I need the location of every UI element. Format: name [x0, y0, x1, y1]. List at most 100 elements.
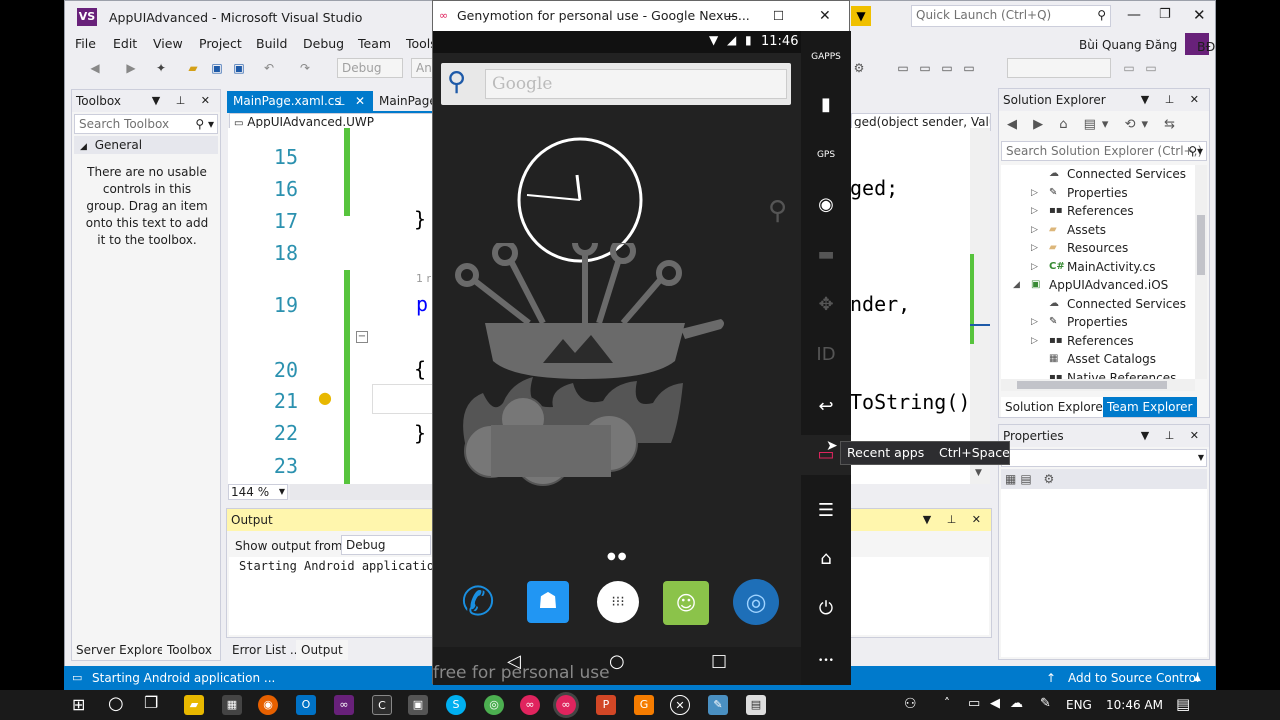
quick-launch-input[interactable]: Quick Launch (Ctrl+Q) ⚲: [911, 5, 1111, 27]
forward-nav-icon[interactable]: ▶: [123, 60, 139, 76]
menu-debug[interactable]: Debug: [303, 36, 344, 51]
android-screen[interactable]: ▼ ◢ ▮ 11:46 ⚲ Google ●● ✆ ☗ ⁝⁝⁝ ☺ ◎ ◁ ○ …: [433, 31, 801, 685]
doc-tab-mainpage[interactable]: MainPage.: [373, 91, 441, 111]
tab-close-icon[interactable]: ✕: [355, 91, 365, 111]
pin-icon[interactable]: ⊥: [335, 91, 345, 111]
outlook-icon[interactable]: O: [296, 695, 316, 715]
tray-chevron-icon[interactable]: ˄: [944, 696, 950, 710]
new-item-icon[interactable]: ✦: [153, 60, 169, 76]
browser-app-icon[interactable]: ◎: [733, 579, 779, 625]
capture-icon[interactable]: ▬: [801, 235, 851, 275]
tree-item[interactable]: ▷ ▪▪ References: [1001, 202, 1195, 221]
people-icon[interactable]: ⚇: [904, 696, 917, 712]
app-icon[interactable]: ▦: [222, 695, 242, 715]
skype-icon[interactable]: S: [446, 695, 466, 715]
collapse-box-icon[interactable]: −: [356, 331, 368, 343]
tab-server-explorer[interactable]: Server Explorer: [71, 640, 174, 660]
tree-v-scrollbar[interactable]: [1195, 165, 1207, 379]
file-explorer-icon[interactable]: ▰: [184, 695, 204, 715]
tree-item[interactable]: ▦ Asset Catalogs: [1001, 350, 1195, 369]
minimize-button[interactable]: —: [1127, 7, 1141, 23]
solution-config-select[interactable]: Debug: [337, 58, 403, 78]
app-icon[interactable]: G: [634, 695, 654, 715]
properties-object-select[interactable]: ▼: [1001, 449, 1207, 467]
app-icon[interactable]: ▣: [408, 695, 428, 715]
app-icon[interactable]: ✕: [670, 695, 690, 715]
restore-button[interactable]: ❐: [1159, 7, 1171, 22]
tab-toolbox[interactable]: Toolbox: [162, 640, 217, 660]
menu-view[interactable]: View: [153, 36, 183, 51]
code-editor-right[interactable]: ged; nder, ToString();: [850, 128, 982, 484]
camera-icon[interactable]: ◉: [801, 185, 851, 225]
network-icon[interactable]: ▭: [968, 696, 980, 711]
messaging-app-icon[interactable]: ☺: [663, 581, 709, 625]
task-view-icon[interactable]: ❐: [144, 693, 158, 712]
toolbar-extra-icon[interactable]: ▭: [1121, 60, 1137, 76]
solution-explorer-search-input[interactable]: Search Solution Explorer (Ctrl+;) ⚲▾: [1001, 141, 1207, 161]
visual-studio-icon[interactable]: ∞: [334, 695, 354, 715]
home-icon[interactable]: ⌂: [801, 539, 851, 579]
tab-solution-explorer[interactable]: Solution Explorer: [1001, 397, 1112, 417]
expand-arrow-icon[interactable]: ▷: [1031, 313, 1038, 331]
menu-project[interactable]: Project: [199, 36, 242, 51]
maximize-button[interactable]: ☐: [773, 1, 784, 31]
app-icon[interactable]: ✎: [708, 695, 728, 715]
lightbulb-icon[interactable]: ●: [318, 388, 332, 407]
filter-icon[interactable]: ▼: [851, 6, 871, 26]
contacts-app-icon[interactable]: ☗: [527, 581, 569, 623]
menu-team[interactable]: Team: [358, 36, 391, 51]
expand-arrow-icon[interactable]: ▷: [1031, 221, 1038, 239]
expand-arrow-icon[interactable]: ▷: [1031, 202, 1038, 220]
app-icon[interactable]: C: [372, 695, 392, 715]
app-icon[interactable]: ▤: [746, 695, 766, 715]
genymotion-player-task-icon[interactable]: ∞: [556, 695, 576, 715]
power-icon[interactable]: ⏻: [801, 589, 851, 629]
expand-arrow-icon[interactable]: ▷: [1031, 332, 1038, 350]
genymotion-task-icon[interactable]: ∞: [520, 695, 540, 715]
menu-build[interactable]: Build: [256, 36, 287, 51]
start-button[interactable]: ⊞: [72, 695, 85, 714]
tree-item[interactable]: ☁ Connected Services: [1001, 295, 1195, 314]
panel-buttons[interactable]: ▼ ⊥ ✕: [1141, 89, 1205, 111]
tree-item[interactable]: ☁ Connected Services: [1001, 165, 1195, 184]
save-all-icon[interactable]: ▣: [231, 60, 247, 76]
id-icon[interactable]: ID: [801, 335, 851, 375]
code-refs-hint[interactable]: 1 r: [416, 272, 431, 285]
device-select[interactable]: [1007, 58, 1111, 78]
doc-tab-mainpage-cs[interactable]: MainPage.xaml.cs ⊥ ✕: [227, 91, 373, 111]
device3-icon[interactable]: ▭: [939, 60, 955, 76]
expand-arrow-icon[interactable]: ▷: [1031, 184, 1038, 202]
minimize-button[interactable]: —: [725, 1, 738, 31]
powerpoint-icon[interactable]: P: [596, 695, 616, 715]
panel-buttons[interactable]: ▼ ⊥ ✕: [152, 90, 216, 112]
toolbox-group-general[interactable]: ◢ General: [74, 136, 218, 154]
avatar[interactable]: BĐ: [1185, 33, 1215, 55]
phone-app-icon[interactable]: ✆: [455, 579, 501, 625]
gapps-icon[interactable]: GAPPS: [801, 37, 851, 77]
google-search-input[interactable]: Google: [485, 69, 787, 99]
redo-icon[interactable]: ↷: [297, 60, 313, 76]
tree-item[interactable]: ▷ ✎ Properties: [1001, 184, 1195, 203]
notification-icon[interactable]: ▤: [1176, 695, 1190, 713]
device2-icon[interactable]: ▭: [917, 60, 933, 76]
user-name[interactable]: Bùi Quang Đăng: [1079, 38, 1177, 52]
close-button[interactable]: ✕: [1193, 6, 1206, 24]
device4-icon[interactable]: ▭: [961, 60, 977, 76]
source-control-button[interactable]: Add to Source Control: [1068, 666, 1199, 690]
more-icon[interactable]: •••: [801, 641, 851, 681]
device-icon[interactable]: ▭: [895, 60, 911, 76]
firefox-icon[interactable]: ◉: [258, 695, 278, 715]
scroll-thumb[interactable]: [1017, 381, 1167, 389]
menu-icon[interactable]: ☰: [801, 491, 851, 531]
back-nav-icon[interactable]: ◀: [87, 60, 103, 76]
tree-item[interactable]: ▪▪ Native References: [1001, 369, 1195, 380]
app-drawer-icon[interactable]: ⁝⁝⁝: [597, 581, 639, 623]
panel-buttons[interactable]: ▼ ⊥ ✕: [923, 509, 987, 531]
scroll-thumb[interactable]: [1197, 215, 1205, 275]
panel-buttons[interactable]: ▼ ⊥ ✕: [1141, 425, 1205, 447]
battery-icon[interactable]: ▮: [801, 85, 851, 125]
editor-scrollbar[interactable]: ▼: [970, 128, 990, 484]
tree-item[interactable]: ▷ ▰ Assets: [1001, 221, 1195, 240]
tree-item[interactable]: ▷ ✎ Properties: [1001, 313, 1195, 332]
volume-icon[interactable]: ◀: [990, 696, 1000, 711]
